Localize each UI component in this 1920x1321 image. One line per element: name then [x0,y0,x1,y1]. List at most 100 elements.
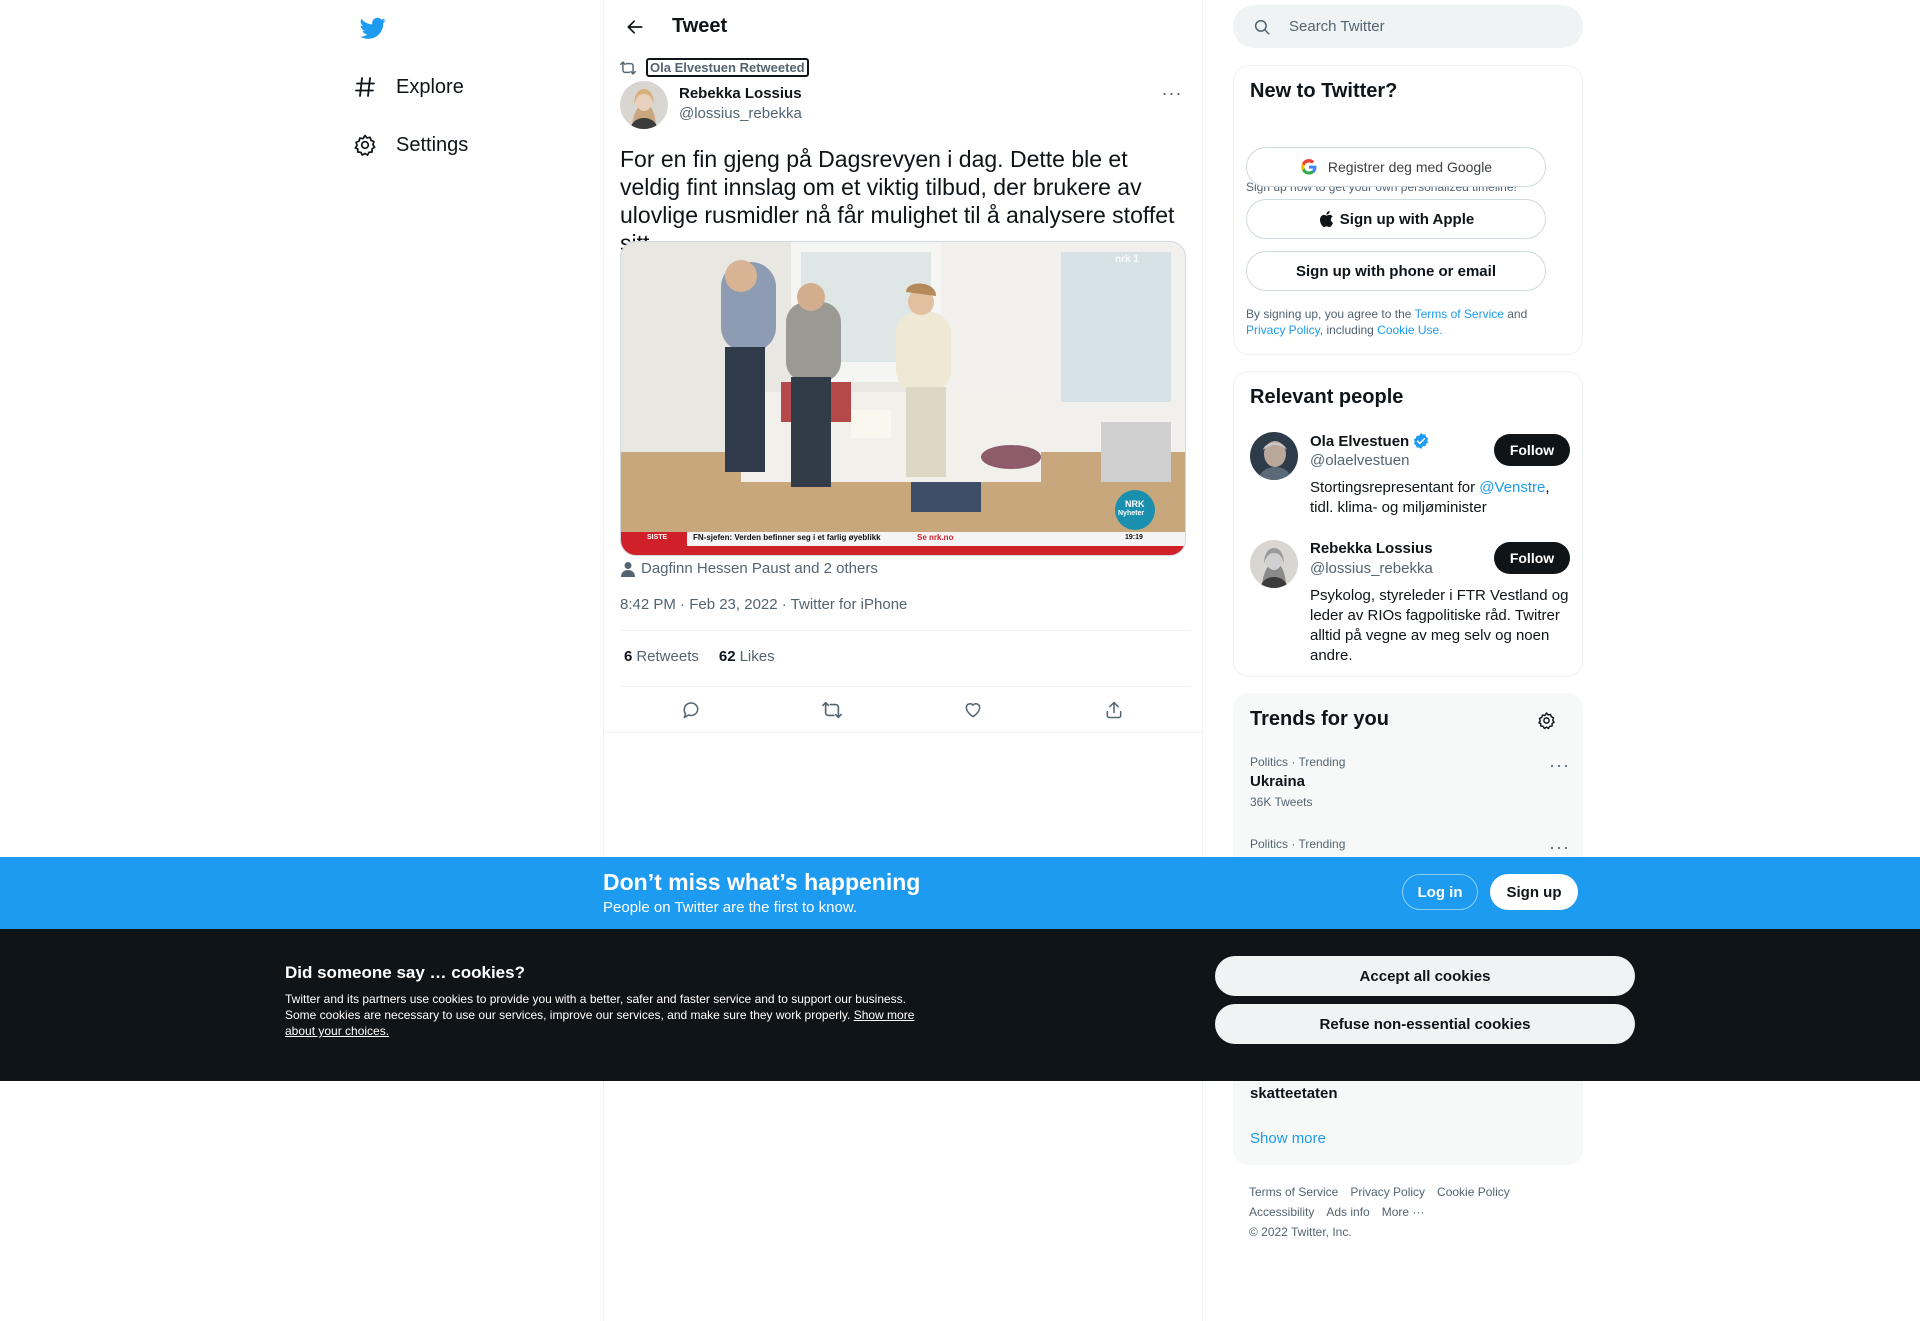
share-icon[interactable] [1097,693,1131,727]
person-bio: Psykolog, styreleder i FTR Vestland og l… [1310,587,1569,664]
copyright: © 2022 Twitter, Inc. [1249,1225,1352,1239]
phone-email-signup-button[interactable]: Sign up with phone or email [1246,251,1546,291]
divider [604,732,1202,733]
apple-icon [1318,210,1334,228]
apple-signup-button[interactable]: Sign up with Apple [1246,199,1546,239]
person-name: Rebekka Lossius [1310,540,1433,557]
media-corner-logo-bottom: Nyheter [1118,510,1145,517]
privacy-policy-link[interactable]: Privacy Policy [1246,323,1320,337]
cookie-title: Did someone say … cookies? [285,963,525,982]
footer-privacy-link[interactable]: Privacy Policy [1350,1185,1425,1199]
follow-button[interactable]: Follow [1494,434,1570,466]
person-handle: @lossius_rebekka [1310,560,1433,577]
follow-button[interactable]: Follow [1494,542,1570,574]
media-corner-logo-top: NRK [1125,499,1145,509]
retweets-stat[interactable]: 6 Retweets [624,648,699,665]
primary-column: Tweet Ola Elvestuen Retweeted Rebekka Lo… [603,0,1203,1321]
cookie-body-text: Twitter and its partners use cookies to … [285,992,906,1022]
tweet-timestamp[interactable]: 8:42 PM · Feb 23, 2022 · Twitter for iPh… [620,596,907,613]
footer-cookie-link[interactable]: Cookie Policy [1437,1185,1510,1199]
retweets-count: 6 [624,648,633,665]
bio-mention-link[interactable]: @Venstre [1479,479,1545,496]
tweet-media-image[interactable]: SISTE FN-sjefen: Verden befinner seg i e… [620,241,1186,556]
retweet-icon [619,60,637,76]
twitter-logo-icon[interactable] [348,10,398,46]
new-to-twitter-title: New to Twitter? [1250,80,1398,102]
accept-cookies-button[interactable]: Accept all cookies [1215,956,1635,996]
likes-stat[interactable]: 62 Likes [719,648,775,665]
trend-item[interactable]: Politics · Trending Ukraina 36K Tweets ·… [1250,755,1570,809]
likes-label: Likes [739,648,775,665]
retweet-action-icon[interactable] [815,693,849,727]
terms-prefix: By signing up, you agree to the [1246,307,1415,321]
search-icon [1253,18,1271,36]
relevant-people-title: Relevant people [1250,386,1404,408]
show-more-link[interactable]: Show more [1250,1130,1326,1147]
tagged-users-label: Dagfinn Hessen Paust and 2 others [641,560,878,577]
signup-terms: By signing up, you agree to the Terms of… [1246,306,1566,338]
avatar[interactable] [1250,432,1298,480]
left-navigation: Explore Settings [340,0,600,1321]
likes-count: 62 [718,648,736,665]
person-bio-prefix: Stortingsrepresentant for [1310,479,1480,496]
nav-settings[interactable]: Settings [350,120,486,170]
trends-title: Trends for you [1250,708,1389,730]
trend-name: skatteetaten [1250,1085,1338,1102]
apple-signup-label: Sign up with Apple [1339,210,1475,228]
trend-meta: Politics · Trending [1250,837,1346,851]
media-ticker-badge: SISTE [647,534,668,541]
person-handle: @olaelvestuen [1310,452,1410,469]
refuse-cookies-button[interactable]: Refuse non-essential cookies [1215,1004,1635,1044]
trend-more-icon[interactable]: ··· [1549,755,1570,776]
reply-icon[interactable] [674,693,708,727]
signup-button[interactable]: Sign up [1490,874,1578,910]
google-signup-label: Registrer deg med Google [1327,159,1493,175]
hashtag-icon [350,72,380,102]
person-bio: Stortingsrepresentant for @Venstre, tidl… [1310,478,1570,518]
author-name[interactable]: Rebekka Lossius [679,84,802,104]
trend-item[interactable]: skatteetaten [1250,1081,1570,1102]
tweet-author: Rebekka Lossius @lossius_rebekka [620,81,802,129]
trend-more-icon[interactable]: ··· [1549,837,1570,858]
media-ticker-time: 19:19 [1125,534,1143,541]
footer-more-link[interactable]: More ··· [1382,1205,1425,1219]
nav-explore-label: Explore [396,75,464,98]
media-ticker-text: FN-sjefen: Verden befinner seg i et farl… [693,533,881,542]
person-name: Ola Elvestuen [1310,432,1410,450]
tagged-users[interactable]: Dagfinn Hessen Paust and 2 others [621,560,878,577]
tweet-actions [620,693,1190,727]
cookie-use-link[interactable]: Cookie Use. [1377,323,1442,337]
footer-accessibility-link[interactable]: Accessibility [1249,1205,1314,1219]
terms-of-service-link[interactable]: Terms of Service [1415,307,1504,321]
like-heart-icon[interactable] [956,693,990,727]
search-box[interactable]: Search Twitter [1233,5,1583,48]
footer-ads-info-link[interactable]: Ads info [1326,1205,1369,1219]
trend-meta: Politics · Trending [1250,755,1346,769]
footer-links: Terms of Service Privacy Policy Cookie Pol… [1249,1182,1579,1242]
more-options-icon[interactable]: ··· [1157,81,1187,105]
retweeted-by-link[interactable]: Ola Elvestuen Retweeted [646,58,809,77]
media-channel-logo: nrk 1 [1115,254,1139,265]
retweets-label: Retweets [636,648,699,665]
google-signup-button[interactable]: Registrer deg med Google [1246,147,1546,187]
nav-settings-label: Settings [396,133,469,156]
author-handle[interactable]: @lossius_rebekka [679,104,802,124]
media-ticker-link: Se nrk.no [917,533,954,542]
cookie-body: Twitter and its partners use cookies to … [285,991,925,1039]
search-input[interactable]: Search Twitter [1289,18,1385,35]
relevant-people-card: Relevant people Ola Elvestuen @olaelvest… [1233,371,1583,677]
trends-settings-gear-icon[interactable] [1534,708,1558,732]
nav-explore[interactable]: Explore [350,62,482,112]
person-icon [621,561,635,577]
trend-name: Ukraina [1250,773,1306,790]
avatar[interactable] [620,81,668,129]
divider [620,686,1190,687]
footer-terms-link[interactable]: Terms of Service [1249,1185,1338,1199]
back-arrow-icon[interactable] [618,10,652,44]
login-button[interactable]: Log in [1402,874,1478,910]
tweet-header: Tweet [604,0,1202,53]
trend-item[interactable]: Politics · Trending ··· [1250,837,1570,857]
terms-and: and [1503,307,1528,321]
avatar[interactable] [1250,540,1298,588]
tweet-stats: 6 Retweets 62 Likes [624,648,775,665]
